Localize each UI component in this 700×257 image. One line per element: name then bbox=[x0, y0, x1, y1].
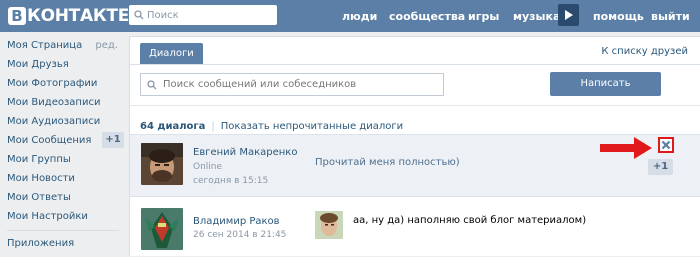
dialog-count: 64 диалога bbox=[140, 121, 206, 132]
sidebar-item-news[interactable]: Мои Новости bbox=[0, 169, 127, 188]
avatar[interactable] bbox=[141, 208, 183, 250]
logo-letter: B bbox=[8, 7, 26, 25]
sidebar-divider bbox=[7, 230, 119, 231]
last-message: аа, ну да) наполняю свой блог материалом… bbox=[353, 215, 587, 226]
play-icon bbox=[564, 10, 573, 20]
vk-logo[interactable]: B КОНТАКТЕ bbox=[8, 6, 129, 26]
sidebar-item-audio[interactable]: Мои Аудиозаписи bbox=[0, 112, 127, 131]
nav-logout[interactable]: выйти bbox=[651, 0, 690, 32]
close-icon bbox=[661, 140, 671, 150]
sidebar-item-my-page[interactable]: Моя Страница ред. bbox=[0, 36, 127, 55]
messages-count-badge: +1 bbox=[102, 132, 124, 148]
sidebar-item-answers[interactable]: Мои Ответы bbox=[0, 188, 127, 207]
dialog-time: 26 сен 2014 в 21:45 bbox=[193, 230, 287, 240]
dialog-row[interactable]: Евгений Макаренко Online сегодня в 15:15… bbox=[130, 134, 700, 197]
red-arrow-icon bbox=[600, 137, 652, 159]
sidebar-item-videos[interactable]: Мои Видеозаписи bbox=[0, 93, 127, 112]
sidebar-item-apps[interactable]: Приложения bbox=[0, 234, 127, 253]
contact-name[interactable]: Евгений Макаренко bbox=[193, 147, 297, 158]
sidebar-item-settings[interactable]: Мои Настройки bbox=[0, 207, 127, 226]
nav-help[interactable]: помощь bbox=[593, 0, 644, 32]
messages-panel: Диалоги К списку друзей Написать сообщен… bbox=[129, 36, 700, 256]
unread-count-badge: +1 bbox=[648, 159, 673, 175]
sidebar-item-groups[interactable]: Мои Группы bbox=[0, 150, 127, 169]
left-sidebar: Моя Страница ред. Мои Друзья Мои Фотогра… bbox=[0, 36, 127, 253]
show-unread-link[interactable]: Показать непрочитанные диалоги bbox=[221, 121, 403, 132]
sidebar-item-friends[interactable]: Мои Друзья bbox=[0, 55, 127, 74]
separator: | bbox=[211, 121, 215, 132]
edit-link[interactable]: ред. bbox=[95, 36, 118, 55]
sidebar-item-messages[interactable]: Мои Сообщения +1 bbox=[0, 131, 127, 150]
last-message: Прочитай меня полностью) bbox=[315, 157, 460, 168]
message-search-input[interactable] bbox=[157, 79, 433, 90]
dialog-time: сегодня в 15:15 bbox=[193, 176, 269, 186]
header-search[interactable] bbox=[129, 5, 277, 25]
contact-name[interactable]: Владимир Раков bbox=[193, 216, 280, 227]
search-icon bbox=[147, 79, 157, 89]
nav-communities[interactable]: сообщества bbox=[389, 0, 465, 32]
play-button[interactable] bbox=[558, 4, 579, 26]
sender-avatar[interactable] bbox=[315, 211, 343, 239]
message-search[interactable] bbox=[140, 73, 444, 96]
avatar[interactable] bbox=[141, 143, 183, 185]
dialog-row[interactable]: Владимир Раков 26 сен 2014 в 21:45 аа, н… bbox=[130, 202, 700, 257]
online-status: Online bbox=[193, 162, 223, 172]
nav-music[interactable]: музыка bbox=[513, 0, 560, 32]
friends-list-link[interactable]: К списку друзей bbox=[601, 46, 688, 57]
sidebar-item-photos[interactable]: Мои Фотографии bbox=[0, 74, 127, 93]
search-icon bbox=[134, 10, 144, 20]
nav-games[interactable]: игры bbox=[468, 0, 499, 32]
top-header: B КОНТАКТЕ люди сообщества игры музыка п… bbox=[0, 0, 700, 32]
write-message-button[interactable]: Написать сообщение bbox=[550, 72, 661, 113]
sidebar-item-label: Мои Сообщения bbox=[7, 135, 92, 146]
header-search-input[interactable] bbox=[144, 9, 267, 21]
delete-dialog-button[interactable] bbox=[658, 137, 674, 153]
nav-people[interactable]: люди bbox=[342, 0, 377, 32]
tab-bar: Диалоги К списку друзей bbox=[130, 37, 700, 65]
sidebar-item-label: Моя Страница bbox=[7, 40, 83, 51]
dialogs-summary: 64 диалога | Показать непрочитанные диал… bbox=[140, 121, 403, 132]
logo-text: КОНТАКТЕ bbox=[27, 6, 130, 26]
divider bbox=[130, 105, 700, 106]
tab-dialogs[interactable]: Диалоги bbox=[140, 43, 203, 64]
